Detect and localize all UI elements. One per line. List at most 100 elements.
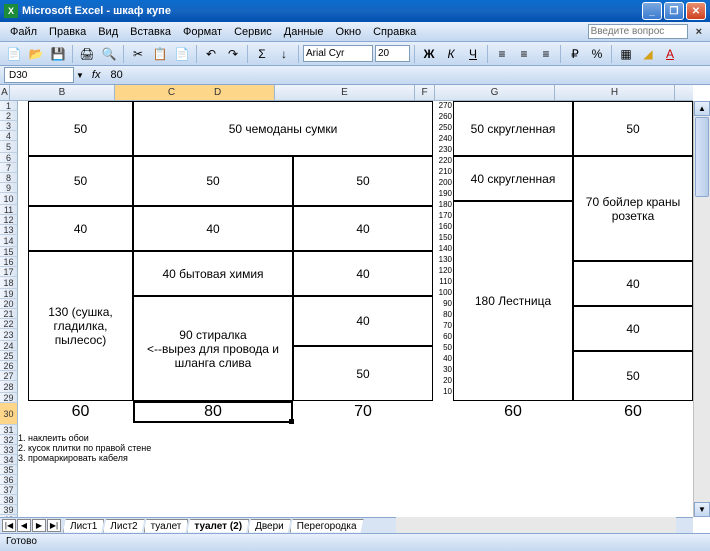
cell-e3[interactable]: 40 — [293, 206, 433, 251]
cell-e6[interactable]: 50 — [293, 346, 433, 401]
sheet-tab-2[interactable]: туалет — [144, 519, 189, 533]
row-23[interactable]: 23 — [0, 329, 18, 341]
copy-icon[interactable]: 📋 — [150, 44, 170, 64]
cell-e4[interactable]: 40 — [293, 251, 433, 296]
cell-b3[interactable]: 40 — [28, 206, 133, 251]
row-24[interactable]: 24 — [0, 341, 18, 351]
close-button[interactable]: ✕ — [686, 2, 706, 20]
row-7[interactable]: 7 — [0, 163, 18, 173]
row-9[interactable]: 9 — [0, 183, 18, 193]
horizontal-scrollbar[interactable] — [396, 517, 676, 533]
sheet-tab-0[interactable]: Лист1 — [63, 519, 104, 533]
col-a[interactable]: A — [0, 85, 10, 100]
row-16[interactable]: 16 — [0, 257, 18, 267]
paste-icon[interactable]: 📄 — [172, 44, 192, 64]
sheet-tab-3[interactable]: туалет (2) — [187, 519, 249, 533]
sum-icon[interactable]: Σ — [252, 44, 272, 64]
row-34[interactable]: 34 — [0, 455, 18, 465]
cell-g1[interactable]: 50 скругленная — [453, 101, 573, 156]
row-4[interactable]: 4 — [0, 131, 18, 141]
cell-d1[interactable]: 50 чемоданы сумки — [133, 101, 433, 156]
doc-close-button[interactable]: × — [692, 26, 706, 38]
row-17[interactable]: 17 — [0, 267, 18, 277]
cell-b5[interactable]: 130 (сушка, гладилка, пылесос) — [28, 251, 133, 401]
cell-h5[interactable]: 40 — [573, 306, 693, 351]
borders-icon[interactable]: ▦ — [616, 44, 636, 64]
sheet-tab-5[interactable]: Перегородка — [290, 519, 364, 533]
fill-icon[interactable]: ◢ — [638, 44, 658, 64]
minimize-button[interactable]: _ — [642, 2, 662, 20]
save-icon[interactable]: 💾 — [48, 44, 68, 64]
vertical-scrollbar[interactable]: ▲ ▼ — [693, 101, 710, 517]
row-38[interactable]: 38 — [0, 495, 18, 505]
question-box[interactable] — [588, 24, 688, 39]
tab-prev-icon[interactable]: ◀ — [17, 519, 31, 532]
row-8[interactable]: 8 — [0, 173, 18, 183]
note-1[interactable]: 1. наклеить обои — [18, 433, 89, 443]
spreadsheet-grid[interactable]: A B C D E F G H 123456789101112131415161… — [0, 85, 710, 533]
fx-icon[interactable]: fx — [92, 69, 101, 81]
row-22[interactable]: 22 — [0, 319, 18, 329]
font-selector[interactable]: Arial Cyr — [303, 45, 373, 62]
row-21[interactable]: 21 — [0, 309, 18, 319]
redo-icon[interactable]: ↷ — [223, 44, 243, 64]
note-2[interactable]: 2. кусок плитки по правой стене — [18, 443, 151, 453]
menu-file[interactable]: Файл — [4, 24, 43, 40]
row-6[interactable]: 6 — [0, 153, 18, 163]
row-36[interactable]: 36 — [0, 475, 18, 485]
dropdown-icon[interactable]: ▼ — [74, 71, 86, 80]
menu-data[interactable]: Данные — [278, 24, 330, 40]
align-center-icon[interactable]: ≡ — [514, 44, 534, 64]
cell-h2[interactable]: 70 бойлер краны розетка — [573, 156, 693, 261]
row-11[interactable]: 11 — [0, 205, 18, 215]
cell-h1[interactable]: 50 — [573, 101, 693, 156]
underline-icon[interactable]: Ч — [463, 44, 483, 64]
row-5[interactable]: 5 — [0, 141, 18, 153]
maximize-button[interactable]: ❐ — [664, 2, 684, 20]
menu-view[interactable]: Вид — [92, 24, 124, 40]
preview-icon[interactable]: 🔍 — [99, 44, 119, 64]
new-icon[interactable]: 📄 — [4, 44, 24, 64]
name-box[interactable]: D30 — [4, 67, 74, 83]
undo-icon[interactable]: ↶ — [201, 44, 221, 64]
menu-window[interactable]: Окно — [330, 24, 368, 40]
cell-h6[interactable]: 50 — [573, 351, 693, 401]
cell-h4[interactable]: 40 — [573, 261, 693, 306]
row-3[interactable]: 3 — [0, 121, 18, 131]
scroll-down-icon[interactable]: ▼ — [694, 502, 710, 517]
row-14[interactable]: 14 — [0, 235, 18, 247]
currency-icon[interactable]: ₽ — [565, 44, 585, 64]
print-icon[interactable]: 🖨 — [77, 44, 97, 64]
bold-icon[interactable]: Ж — [419, 44, 439, 64]
cell-b2[interactable]: 50 — [28, 156, 133, 206]
row-37[interactable]: 37 — [0, 485, 18, 495]
tab-last-icon[interactable]: ▶| — [47, 519, 61, 532]
cell-b30[interactable]: 60 — [28, 402, 133, 422]
row-2[interactable]: 2 — [0, 111, 18, 121]
scroll-up-icon[interactable]: ▲ — [694, 101, 710, 116]
cell-d2[interactable]: 50 — [133, 156, 293, 206]
row-30[interactable]: 30 — [0, 403, 18, 425]
scroll-thumb[interactable] — [695, 117, 709, 197]
menu-tools[interactable]: Сервис — [228, 24, 278, 40]
row-39[interactable]: 39 — [0, 505, 18, 515]
col-d[interactable]: C D — [115, 85, 275, 100]
tab-first-icon[interactable]: |◀ — [2, 519, 16, 532]
cut-icon[interactable]: ✂ — [128, 44, 148, 64]
cell-g2[interactable]: 40 скругленная — [453, 156, 573, 201]
row-31[interactable]: 31 — [0, 425, 18, 435]
cell-e5[interactable]: 40 — [293, 296, 433, 346]
cell-h30[interactable]: 60 — [573, 402, 693, 422]
cell-g30[interactable]: 60 — [453, 402, 573, 422]
row-10[interactable]: 10 — [0, 193, 18, 205]
open-icon[interactable]: 📂 — [26, 44, 46, 64]
col-b[interactable]: B — [10, 85, 115, 100]
row-19[interactable]: 19 — [0, 289, 18, 299]
sort-icon[interactable]: ↓ — [274, 44, 294, 64]
row-20[interactable]: 20 — [0, 299, 18, 309]
row-13[interactable]: 13 — [0, 225, 18, 235]
row-1[interactable]: 1 — [0, 101, 18, 111]
col-f[interactable]: F — [415, 85, 435, 100]
align-right-icon[interactable]: ≡ — [536, 44, 556, 64]
col-g[interactable]: G — [435, 85, 555, 100]
